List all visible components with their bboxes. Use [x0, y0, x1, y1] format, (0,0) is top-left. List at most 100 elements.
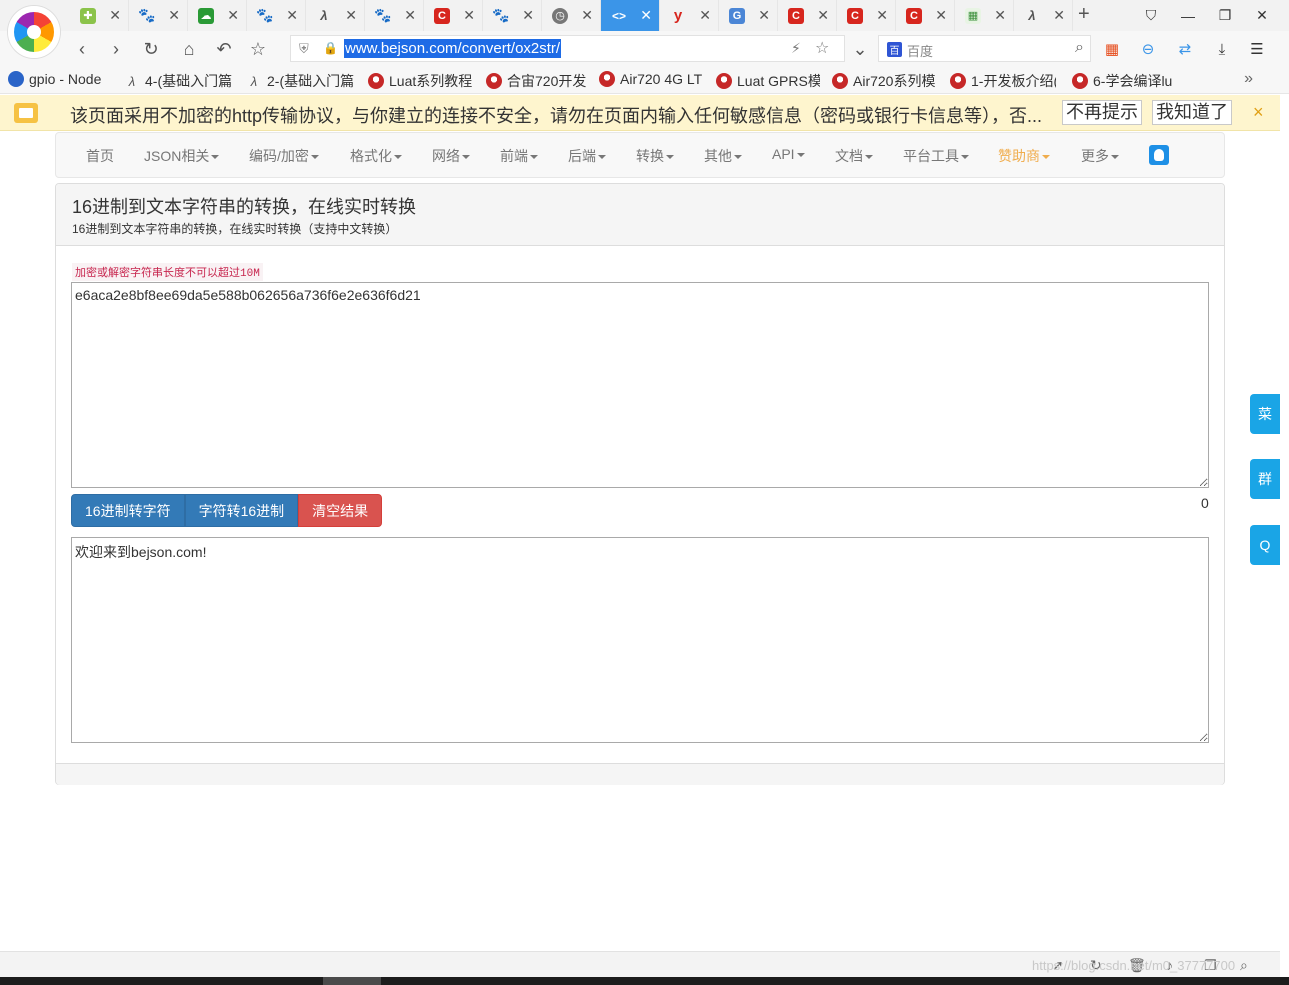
download-icon[interactable]: ⤓ — [1209, 36, 1235, 62]
menu-icon[interactable]: ☰ — [1244, 36, 1270, 62]
tab-close-icon[interactable]: ✕ — [935, 7, 947, 23]
tab-close-icon[interactable]: ✕ — [463, 7, 475, 23]
qq-icon[interactable] — [1149, 145, 1169, 165]
taskbar-active-app[interactable] — [323, 977, 381, 985]
baidu-paw-icon: 🐾 — [492, 7, 510, 23]
tab-close-icon[interactable]: ✕ — [227, 7, 239, 23]
browser-tab[interactable]: ◷ ✕ — [542, 0, 601, 31]
side-qq-button[interactable]: Q — [1250, 525, 1280, 565]
shirt-skin-icon[interactable]: ⛉ — [1133, 0, 1169, 31]
nav-item[interactable]: 平台工具 — [903, 146, 969, 166]
browser-tab[interactable]: <> ✕ — [601, 0, 660, 31]
apps-grid-icon[interactable]: ▦ — [1099, 36, 1125, 62]
bookmark-item[interactable]: λ 4-(基础入门篇 — [124, 71, 234, 91]
address-dropdown-button[interactable]: ⌄ — [846, 35, 874, 63]
browser-logo-icon[interactable] — [8, 6, 60, 58]
nav-item[interactable]: JSON相关 — [144, 146, 220, 166]
tab-close-icon[interactable]: ✕ — [345, 7, 357, 23]
browser-tab[interactable]: 🐾 ✕ — [483, 0, 542, 31]
nav-item[interactable]: 格式化 — [350, 146, 402, 166]
tab-close-icon[interactable]: ✕ — [876, 7, 888, 23]
tab-close-icon[interactable]: ✕ — [286, 7, 298, 23]
bookmark-item[interactable]: λ 2-(基础入门篇 — [246, 71, 356, 91]
nav-item[interactable]: 转换 — [636, 146, 674, 166]
tab-close-icon[interactable]: ✕ — [640, 7, 652, 23]
bookmark-item[interactable]: Luat GPRS模 — [716, 71, 820, 91]
new-tab-button[interactable]: + — [1078, 3, 1090, 26]
bookmarks-overflow-icon[interactable]: » — [1244, 70, 1253, 88]
tab-close-icon[interactable]: ✕ — [994, 7, 1006, 23]
browser-tab[interactable]: ☁ ✕ — [188, 0, 247, 31]
zoom-icon[interactable]: ⌕ — [1240, 957, 1248, 974]
minus-circle-icon[interactable]: ⊖ — [1135, 36, 1161, 62]
browser-tab[interactable]: y ✕ — [660, 0, 719, 31]
browser-tab[interactable]: C ✕ — [896, 0, 955, 31]
url-text[interactable]: www.bejson.com/convert/ox2str/ — [344, 39, 562, 58]
tab-close-icon[interactable]: ✕ — [168, 7, 180, 23]
string-to-hex-button[interactable]: 字符转16进制 — [184, 494, 299, 527]
address-bar[interactable]: ⛨ 🔒 www.bejson.com/convert/ox2str/ ⚡ ☆ — [290, 35, 845, 62]
search-box[interactable]: 百 百度 ⌕ — [878, 35, 1091, 62]
nav-item[interactable]: 网络 — [432, 146, 470, 166]
bookmark-item[interactable]: Air720 4G LT — [599, 71, 703, 87]
reload-button[interactable]: ↻ — [137, 35, 165, 63]
undo-close-button[interactable]: ↶ — [210, 35, 238, 63]
tab-close-icon[interactable]: ✕ — [404, 7, 416, 23]
clear-result-button[interactable]: 清空结果 — [298, 494, 383, 527]
tab-close-icon[interactable]: ✕ — [1053, 7, 1065, 23]
no-remind-button[interactable]: 不再提示 — [1062, 100, 1142, 125]
nav-item[interactable]: 前端 — [500, 146, 538, 166]
browser-tab[interactable]: G ✕ — [719, 0, 778, 31]
tab-close-icon[interactable]: ✕ — [699, 7, 711, 23]
bookmark-item[interactable]: 1-开发板介绍( — [950, 71, 1056, 91]
browser-tab[interactable]: ▦ ✕ — [955, 0, 1014, 31]
browser-tab[interactable]: λ ✕ — [1014, 0, 1073, 31]
tab-close-icon[interactable]: ✕ — [758, 7, 770, 23]
maximize-button[interactable]: ❐ — [1207, 0, 1243, 31]
search-icon[interactable]: ⌕ — [1075, 39, 1084, 57]
tab-close-icon[interactable]: ✕ — [581, 7, 593, 23]
nav-item[interactable]: 赞助商 — [998, 146, 1050, 166]
baidu-icon[interactable]: 百 — [887, 42, 902, 57]
hex-input-textarea[interactable]: e6aca2e8bf8ee69da5e588b062656a736f6e2e63… — [71, 282, 1209, 488]
tab-close-icon[interactable]: ✕ — [522, 7, 534, 23]
browser-tab[interactable]: λ ✕ — [306, 0, 365, 31]
tab-close-icon[interactable]: ✕ — [817, 7, 829, 23]
bookmark-item[interactable]: Air720系列模 — [832, 71, 938, 91]
bookmark-item[interactable]: 合宙720开发 — [486, 71, 586, 91]
back-button[interactable]: ‹ — [68, 35, 96, 63]
browser-tab[interactable]: C ✕ — [424, 0, 483, 31]
browser-tab[interactable]: ✚ ✕ — [70, 0, 129, 31]
nav-item[interactable]: 其他 — [704, 146, 742, 166]
nav-item[interactable]: 文档 — [835, 146, 873, 166]
minimize-button[interactable]: — — [1170, 0, 1206, 31]
insecure-lock-icon[interactable]: 🔒 — [323, 41, 338, 55]
close-icon[interactable]: × — [1253, 102, 1264, 123]
nav-item[interactable]: 首页 — [86, 146, 114, 166]
forward-button[interactable]: › — [102, 35, 130, 63]
speed-mode-icon[interactable]: ⚡ — [791, 40, 801, 57]
nav-item[interactable]: 编码/加密 — [249, 146, 319, 166]
home-button[interactable]: ⌂ — [175, 35, 203, 63]
browser-tab[interactable]: C ✕ — [837, 0, 896, 31]
nav-item[interactable]: API — [772, 146, 805, 162]
side-menu-button[interactable]: 菜 — [1250, 394, 1280, 434]
hex-to-string-button[interactable]: 16进制转字符 — [71, 494, 185, 527]
nav-item[interactable]: 后端 — [568, 146, 606, 166]
close-window-button[interactable]: ✕ — [1244, 0, 1280, 31]
favorite-button[interactable]: ☆ — [244, 35, 272, 63]
text-output-textarea[interactable]: 欢迎来到bejson.com! — [71, 537, 1209, 743]
nav-item[interactable]: 更多 — [1081, 146, 1119, 166]
browser-tab[interactable]: 🐾 ✕ — [247, 0, 306, 31]
bookmark-star-icon[interactable]: ☆ — [815, 38, 829, 58]
tab-close-icon[interactable]: ✕ — [109, 7, 121, 23]
bookmark-item[interactable]: 6-学会编译lu — [1072, 71, 1178, 91]
browser-tab[interactable]: C ✕ — [778, 0, 837, 31]
side-group-button[interactable]: 群 — [1250, 459, 1280, 499]
browser-tab[interactable]: 🐾 ✕ — [129, 0, 188, 31]
got-it-button[interactable]: 我知道了 — [1152, 100, 1232, 125]
browser-tab[interactable]: 🐾 ✕ — [365, 0, 424, 31]
bookmark-item[interactable]: gpio - Node — [8, 71, 112, 87]
translate-icon[interactable]: ⇄ — [1172, 36, 1198, 62]
bookmark-item[interactable]: Luat系列教程 — [368, 71, 474, 91]
